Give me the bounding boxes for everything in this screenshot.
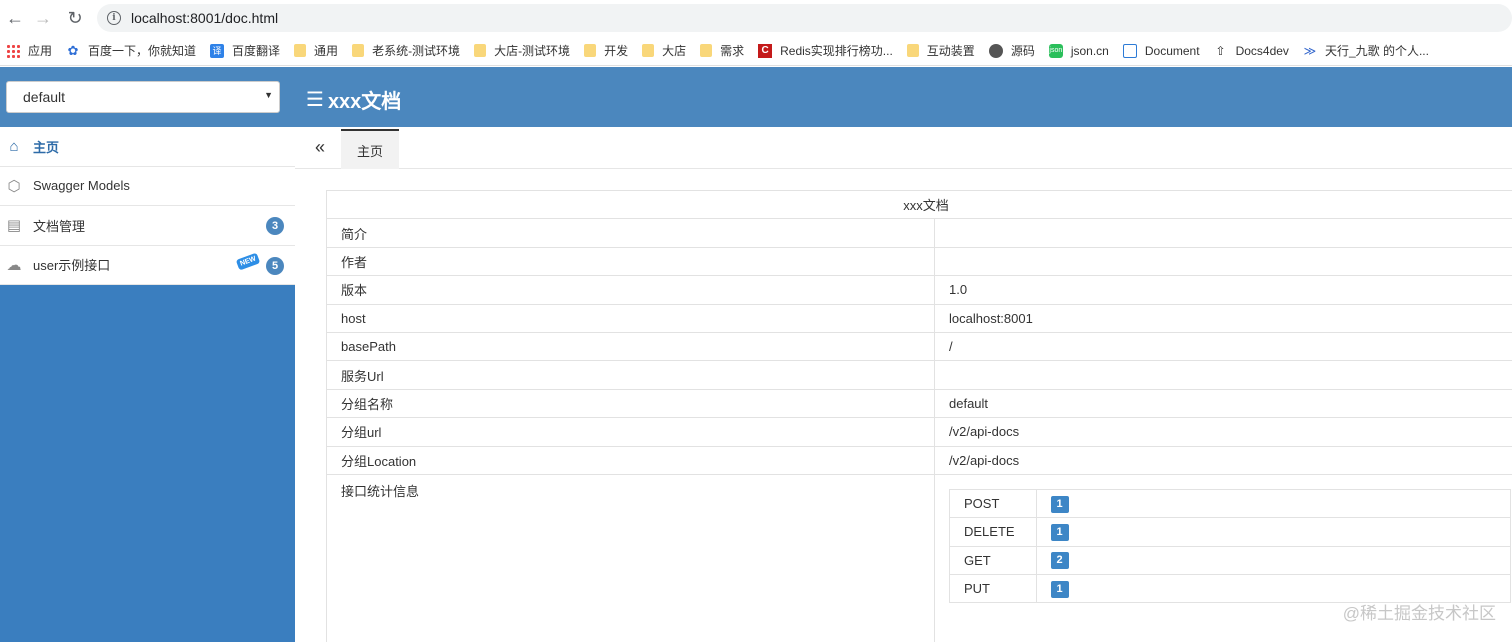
docs4dev-icon: ⇧	[1215, 43, 1226, 58]
document-settings-icon: ▤	[6, 217, 22, 235]
bookmark-json[interactable]: json json.cn	[1048, 43, 1109, 58]
bookmark-folder-interactive[interactable]: 互动装置	[906, 42, 975, 59]
folder-icon	[700, 44, 713, 57]
stats-row: POST 1	[949, 488, 1512, 519]
bookmark-folder-dev[interactable]: 开发	[584, 42, 628, 59]
info-icon[interactable]: i	[107, 11, 121, 25]
sidebar-item-home[interactable]: ⌂ 主页	[0, 127, 295, 167]
apps-icon	[6, 43, 20, 58]
sidebar-item-user-api[interactable]: ☁ user示例接口 NEW 5	[0, 246, 295, 285]
document-icon	[1122, 43, 1137, 58]
reload-icon[interactable]: ↻	[60, 3, 90, 33]
collapse-sidebar-icon[interactable]: «	[315, 137, 325, 158]
tab-bar: « 主页	[295, 127, 1512, 169]
stats-row: DELETE 1	[949, 517, 1512, 547]
count-badge: 3	[266, 217, 284, 235]
table-row: 分组url/v2/api-docs	[326, 417, 1512, 447]
count-badge: 1	[1050, 523, 1069, 541]
folder-icon	[642, 44, 655, 57]
json-icon: json	[1048, 43, 1063, 58]
bookmark-folder-store[interactable]: 大店	[642, 42, 686, 59]
table-row: 分组Location/v2/api-docs	[326, 445, 1512, 475]
table-row: 分组名称 default	[326, 388, 1512, 419]
table-row: 简介	[326, 218, 1512, 248]
api-stats-table: POST 1 DELETE 1 GET 2 PUT 1	[949, 488, 1512, 604]
watermark: @稀土掘金技术社区	[1342, 604, 1496, 623]
translate-icon: 译	[210, 43, 225, 58]
count-badge: 2	[1050, 552, 1069, 570]
bookmark-apps[interactable]: 应用	[6, 42, 52, 59]
count-badge: 1	[1050, 495, 1069, 513]
sidebar-item-label: Swagger Models	[33, 178, 130, 194]
home-icon: ⌂	[9, 137, 19, 155]
bookmark-folder-general[interactable]: 通用	[294, 42, 338, 59]
folder-icon	[294, 44, 307, 57]
url-text[interactable]: localhost:8001/doc.html	[131, 10, 278, 26]
app-title: ☰ xxx文档	[306, 87, 402, 113]
group-select-value: default	[23, 89, 66, 105]
cloud-icon: ☁	[6, 256, 22, 274]
bookmark-baidu[interactable]: ✿ 百度一下，你就知道	[66, 42, 196, 59]
app-header: default ▼ ☰ xxx文档	[0, 67, 1512, 127]
menu-icon[interactable]: ☰	[306, 87, 324, 112]
bookmarks-bar: 应用 ✿ 百度一下，你就知道 译百度翻译 通用 老系统-测试环境 大店-测试环境 …	[0, 36, 1512, 66]
cube-icon: ⬡	[7, 177, 21, 195]
folder-icon	[352, 44, 365, 57]
table-row: host localhost:8001	[326, 303, 1512, 333]
sidebar-item-swagger-models[interactable]: ⬡ Swagger Models	[0, 167, 295, 206]
sidebar: ⌂ 主页 ⬡ Swagger Models ▤ 文档管理 3 ☁ user示例接…	[0, 127, 295, 642]
table-row: 接口统计信息 POST 1 DELETE 1 GET 2 PUT 1	[326, 473, 1512, 642]
folder-icon	[906, 44, 919, 57]
paw-icon: ✿	[67, 42, 79, 58]
sidebar-item-doc-management[interactable]: ▤ 文档管理 3	[0, 206, 295, 246]
bookmark-source[interactable]: 源码	[988, 42, 1035, 59]
chevron-down-icon: ▼	[264, 90, 273, 100]
table-row: 版本 1.0	[326, 275, 1512, 305]
bookmark-docs4dev[interactable]: ⇧ Docs4dev	[1214, 44, 1289, 58]
table-row: basePath /	[326, 331, 1512, 362]
bookmark-document[interactable]: Document	[1122, 43, 1200, 58]
sidebar-menu: ⌂ 主页 ⬡ Swagger Models ▤ 文档管理 3 ☁ user示例接…	[0, 127, 295, 285]
table-row: 服务Url	[326, 360, 1512, 390]
group-select[interactable]: default ▼	[6, 81, 280, 113]
bookmark-folder-requirements[interactable]: 需求	[700, 42, 744, 59]
tab-home[interactable]: 主页	[341, 129, 399, 169]
browser-toolbar: ← → ↻ i localhost:8001/doc.html	[0, 0, 1512, 36]
address-bar[interactable]: i localhost:8001/doc.html	[97, 4, 1512, 32]
bookmark-redis[interactable]: C Redis实现排行榜功...	[758, 42, 893, 59]
new-tag: NEW	[235, 252, 261, 270]
bookmark-baidu-translate[interactable]: 译百度翻译	[210, 42, 280, 59]
forward-arrow-icon[interactable]: →	[28, 3, 58, 33]
tianxing-icon: ≫	[1303, 43, 1317, 58]
csdn-icon: C	[758, 43, 773, 58]
count-badge: 5	[266, 256, 284, 275]
globe-icon	[988, 43, 1003, 58]
bookmark-folder-old-system[interactable]: 老系统-测试环境	[352, 42, 460, 59]
table-row: 作者	[326, 246, 1512, 277]
count-badge: 1	[1050, 580, 1069, 598]
folder-icon	[584, 44, 597, 57]
doc-table-title: xxx文档	[326, 189, 1512, 220]
folder-icon	[474, 44, 487, 57]
back-arrow-icon[interactable]: ←	[0, 3, 30, 33]
doc-info-table: xxx文档 简介 作者 版本 1.0 host localhost:8001 bas…	[326, 189, 1512, 642]
sidebar-item-label: user示例接口	[33, 258, 111, 274]
bookmark-folder-store-test[interactable]: 大店-测试环境	[474, 42, 570, 59]
bookmark-tianxing[interactable]: ≫ 天行_九歌 的个人...	[1303, 42, 1429, 59]
sidebar-item-label: 文档管理	[33, 218, 86, 234]
sidebar-item-label: 主页	[33, 139, 60, 155]
stats-row: GET 2	[949, 545, 1512, 576]
